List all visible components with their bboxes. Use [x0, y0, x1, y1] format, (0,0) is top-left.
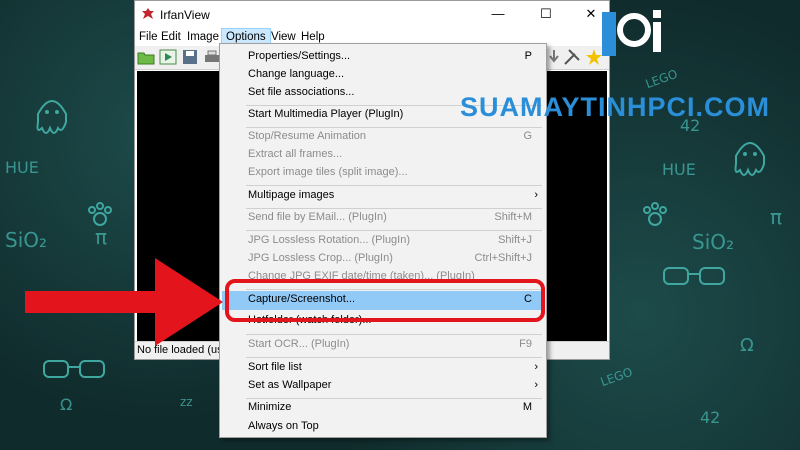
menu-item-properties-settings[interactable]: Properties/Settings... P — [222, 48, 544, 66]
menu-item-shortcut: F9 — [519, 338, 532, 350]
doodle-text: Ω — [60, 395, 73, 414]
window-title: IrfanView — [160, 8, 210, 22]
menu-item-label: Sort file list — [248, 361, 302, 373]
menu-item-label: Extract all frames... — [248, 148, 343, 160]
minimize-button[interactable]: — — [478, 4, 518, 24]
site-watermark: SUAMAYTINHPCI.COM — [460, 92, 771, 122]
sunglasses-doodle-icon — [663, 267, 725, 285]
menu-item-label: Set file associations... — [248, 86, 355, 98]
sunglasses-doodle-icon — [43, 360, 105, 378]
octopus-doodle-icon — [734, 142, 765, 176]
menu-item-label: Properties/Settings... — [248, 50, 351, 62]
menu-item-shortcut: Shift+M — [494, 211, 532, 223]
octopus-doodle-icon — [36, 100, 67, 134]
annotation-highlight-box — [225, 279, 545, 322]
menu-item-send-file-by-email: Send file by EMail... (PlugIn) Shift+M — [222, 209, 544, 227]
menu-item-set-as-wallpaper[interactable]: Set as Wallpaper › — [222, 377, 544, 395]
annotation-arrow-icon — [25, 258, 223, 346]
menu-item-multipage-images[interactable]: Multipage images › — [222, 187, 544, 205]
save-icon[interactable] — [181, 48, 199, 66]
menu-image[interactable]: Image — [183, 28, 223, 46]
menu-item-label: Send file by EMail... (PlugIn) — [248, 211, 387, 223]
menu-item-shortcut: Ctrl+Shift+J — [474, 252, 532, 264]
pci-logo-icon — [602, 10, 661, 56]
doodle-text: HUE — [662, 160, 696, 179]
submenu-arrow-icon: › — [534, 361, 538, 373]
doodle-text: 42 — [700, 408, 721, 427]
menu-item-export-image-tiles: Export image tiles (split image)... — [222, 164, 544, 182]
doodle-text: LEGO — [598, 364, 635, 390]
menu-item-label: JPG Lossless Rotation... (PlugIn) — [248, 234, 411, 246]
paw-doodle-icon — [643, 202, 667, 226]
menu-separator — [246, 230, 542, 231]
doodle-text: Ω — [740, 335, 754, 356]
open-folder-icon[interactable] — [137, 48, 155, 66]
menu-item-shortcut: Shift+J — [498, 234, 532, 246]
menu-item-stop-resume-animation: Stop/Resume Animation G — [222, 128, 544, 146]
menu-item-label: Start Multimedia Player (PlugIn) — [248, 108, 404, 120]
menu-item-extract-all-frames: Extract all frames... — [222, 146, 544, 164]
menu-item-label: Multipage images — [248, 189, 335, 201]
menu-item-minimize[interactable]: Minimize M — [222, 399, 544, 417]
doodle-text: HUE — [5, 158, 39, 177]
doodle-text: zz — [180, 395, 193, 409]
menu-item-shortcut: M — [522, 401, 532, 413]
menu-item-change-language[interactable]: Change language... — [222, 66, 544, 84]
menu-item-sort-file-list[interactable]: Sort file list › — [222, 359, 544, 377]
menu-separator — [246, 334, 542, 335]
doodle-text: π — [770, 205, 783, 229]
menu-edit[interactable]: Edit — [157, 28, 185, 46]
menu-item-shortcut: P — [524, 50, 532, 62]
menu-item-label: Export image tiles (split image)... — [248, 166, 408, 178]
menu-item-label: JPG Lossless Crop... (PlugIn) — [248, 252, 393, 264]
menu-item-label: Change language... — [248, 68, 345, 80]
menu-item-label: Minimize — [248, 401, 292, 413]
slideshow-icon[interactable] — [159, 48, 177, 66]
menu-item-label: Stop/Resume Animation — [248, 130, 367, 142]
menu-separator — [246, 185, 542, 186]
submenu-arrow-icon: › — [534, 379, 538, 391]
menu-item-jpg-lossless-crop: JPG Lossless Crop... (PlugIn) Ctrl+Shift+… — [222, 250, 544, 268]
doodle-text: LEGO — [643, 66, 680, 92]
menu-separator — [246, 357, 542, 358]
menu-item-always-on-top[interactable]: Always on Top — [222, 418, 544, 436]
tools-icon[interactable] — [563, 48, 581, 66]
menu-item-start-ocr: Start OCR... (PlugIn) F9 — [222, 336, 544, 354]
menu-item-label: Always on Top — [248, 420, 319, 432]
menu-item-label: Set as Wallpaper — [248, 379, 332, 391]
doodle-text: SiO₂ — [692, 230, 735, 254]
arrow-down-icon[interactable] — [545, 48, 563, 66]
paw-doodle-icon — [88, 202, 112, 226]
doodle-text: SiO₂ — [5, 228, 48, 252]
title-bar[interactable]: IrfanView — ☐ ✕ — [135, 1, 609, 28]
menu-item-shortcut: G — [523, 130, 532, 142]
menu-item-jpg-lossless-rotation: JPG Lossless Rotation... (PlugIn) Shift+J — [222, 232, 544, 250]
menu-item-label: Start OCR... (PlugIn) — [248, 338, 350, 350]
submenu-arrow-icon: › — [534, 189, 538, 201]
maximize-button[interactable]: ☐ — [526, 4, 566, 24]
irfanview-app-icon — [142, 8, 154, 19]
